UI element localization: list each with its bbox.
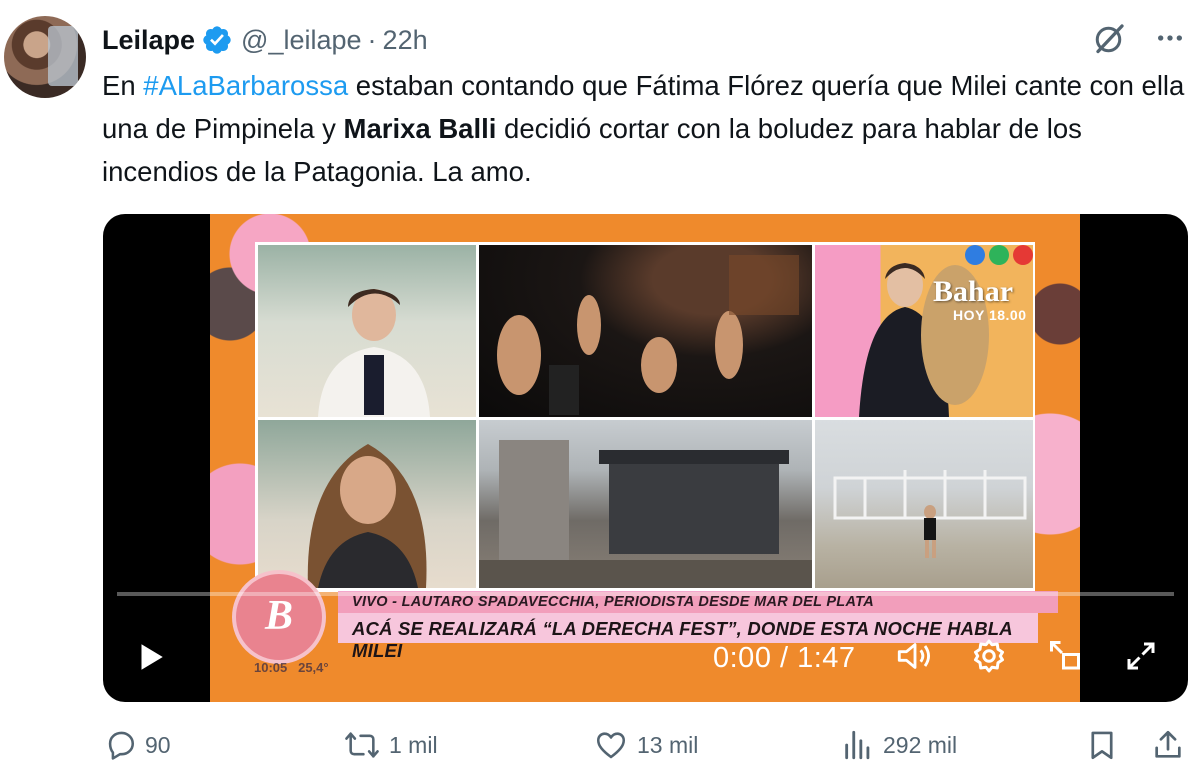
fullscreen-icon[interactable] [1123, 638, 1159, 679]
video-grid: Bahar HOY 18.00 [255, 242, 1035, 592]
video-cell-panelist [258, 420, 476, 588]
tweet-text: En #ALaBarbarossa estaban contando que F… [102, 64, 1192, 193]
verified-badge-icon [201, 24, 233, 56]
reply-icon [103, 728, 145, 762]
hashtag-link[interactable]: #ALaBarbarossa [143, 70, 348, 101]
more-icon[interactable] [1154, 22, 1186, 54]
bahar-brand: Bahar [933, 275, 1014, 308]
tweet-bold-text: Marixa Balli [343, 113, 497, 144]
pip-icon[interactable] [1047, 638, 1083, 679]
views-count: 292 mil [883, 731, 958, 758]
avatar[interactable] [4, 16, 86, 98]
video-cell-bahar: Bahar HOY 18.00 [815, 245, 1033, 417]
video-cell-host [258, 245, 476, 417]
grok-icon[interactable] [1092, 20, 1128, 56]
repost-button[interactable]: 1 mil [343, 728, 438, 762]
settings-icon[interactable] [971, 638, 1007, 679]
bookmark-button[interactable] [1085, 728, 1127, 762]
video-controls: 0:00 / 1:47 [103, 624, 1188, 688]
like-count: 13 mil [637, 731, 699, 758]
separator: · [367, 24, 377, 55]
channel-logo [965, 245, 1033, 265]
bookmark-icon [1085, 728, 1127, 762]
tweet-actions: 90 1 mil 13 mil 292 mil [103, 728, 1193, 768]
like-button[interactable]: 13 mil [593, 728, 698, 762]
bahar-time: HOY 18.00 [953, 307, 1027, 323]
reply-count: 90 [145, 731, 171, 758]
video-player[interactable]: Bahar HOY 18.00 B VIVO - LAUTARO SPADAVE… [103, 214, 1188, 702]
time-display: 0:00 / 1:47 [713, 642, 856, 674]
repost-count: 1 mil [389, 731, 438, 758]
volume-icon[interactable] [895, 638, 935, 679]
author-handle[interactable]: @_leilape [241, 25, 362, 56]
video-cell-reporter [815, 420, 1033, 588]
share-icon [1151, 728, 1193, 762]
play-icon[interactable] [133, 640, 167, 679]
video-cell-crowd [479, 245, 812, 417]
views-button[interactable]: 292 mil [841, 728, 957, 762]
share-button[interactable] [1151, 728, 1193, 762]
top-icons [1092, 20, 1186, 56]
author-display-name[interactable]: Leilape [102, 25, 195, 56]
seek-bar[interactable] [117, 592, 1174, 596]
repost-icon [343, 728, 389, 762]
reply-button[interactable]: 90 [103, 728, 171, 762]
timestamp[interactable]: 22h [383, 25, 428, 56]
tweet-text-part: En [102, 70, 144, 101]
like-icon [593, 728, 637, 762]
video-cell-stage [479, 420, 812, 588]
views-icon [841, 728, 883, 762]
tweet-header: Leilape @_leilape · 22h [102, 20, 428, 60]
